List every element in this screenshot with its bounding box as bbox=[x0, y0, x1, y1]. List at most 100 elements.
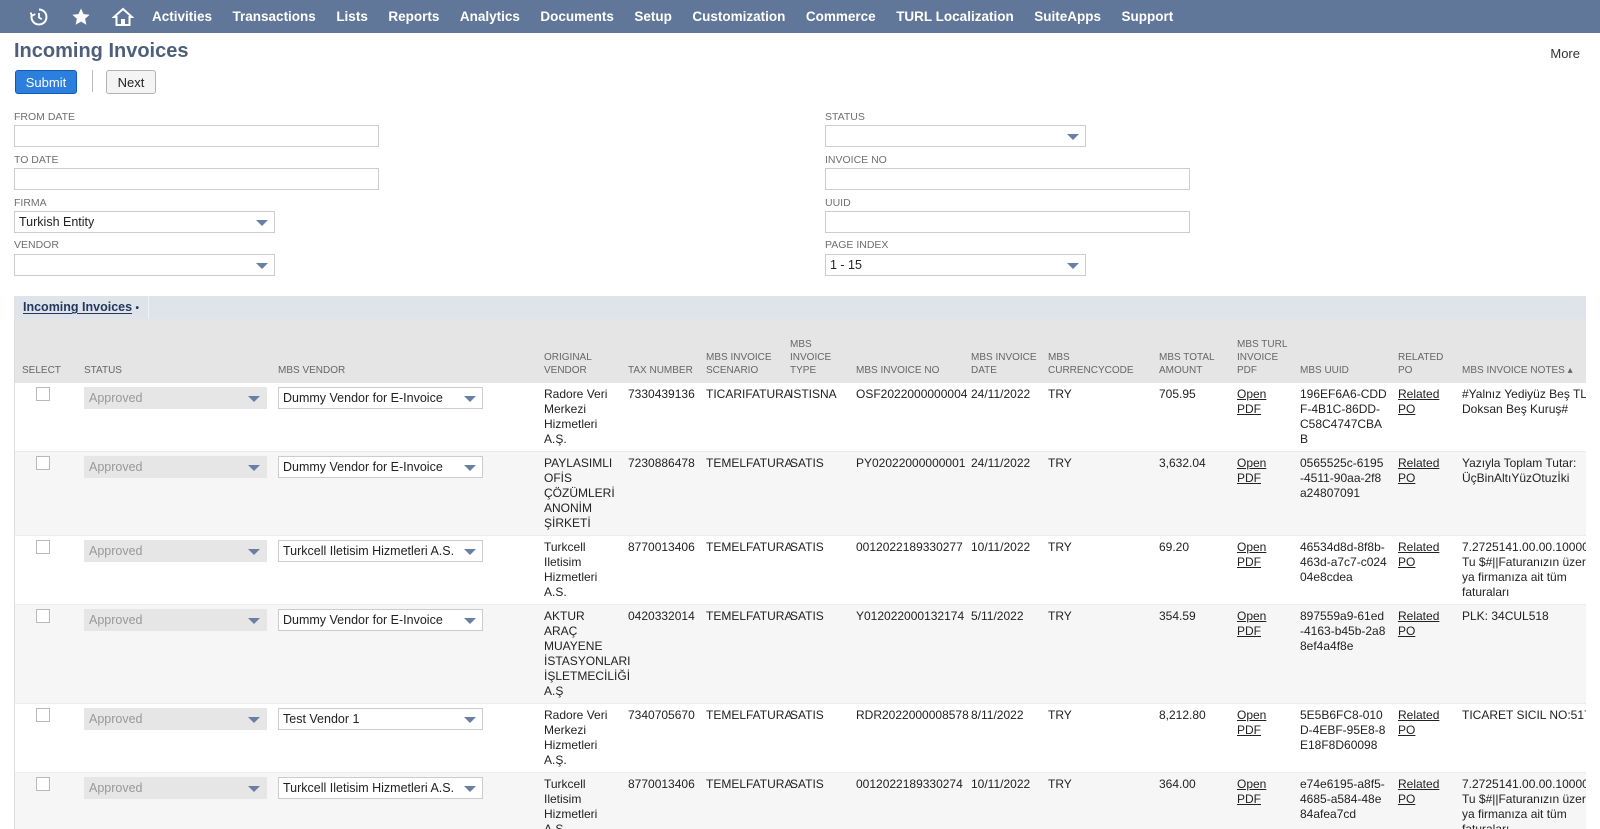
chevron-down-icon bbox=[464, 549, 476, 555]
chevron-down-icon bbox=[464, 396, 476, 402]
cell-type: SATIS bbox=[783, 451, 849, 536]
to-date-input[interactable] bbox=[14, 168, 379, 190]
notes-text: #Yalnız Yediyüz Beş TL Doksan Beş Kuruş# bbox=[1462, 387, 1586, 416]
row-vendor-value: Dummy Vendor for E-Invoice bbox=[283, 613, 443, 627]
cell-invoice-no: Y012022000132174 bbox=[849, 604, 964, 704]
select-cell bbox=[15, 772, 77, 829]
nav-item-customization[interactable]: Customization bbox=[692, 9, 785, 24]
favorites-star-icon[interactable] bbox=[60, 0, 102, 33]
row-status-select[interactable]: Approved bbox=[84, 540, 267, 562]
column-header-status[interactable]: STATUS bbox=[77, 319, 271, 383]
column-header-mbs-invoice-notes[interactable]: MBS INVOICE NOTES ▴ bbox=[1455, 319, 1586, 383]
column-header-mbs-vendor[interactable]: MBS VENDOR bbox=[271, 319, 537, 383]
row-status-select[interactable]: Approved bbox=[84, 609, 267, 631]
nav-item-support[interactable]: Support bbox=[1121, 9, 1173, 24]
nav-item-reports[interactable]: Reports bbox=[388, 9, 439, 24]
cell-related-po: Related PO bbox=[1391, 703, 1455, 773]
row-vendor-select[interactable]: Turkcell Iletisim Hizmetleri A.S. bbox=[278, 540, 483, 562]
related-po-link[interactable]: Related PO bbox=[1398, 456, 1439, 485]
related-po-link[interactable]: Related PO bbox=[1398, 708, 1439, 737]
nav-item-suiteapps[interactable]: SuiteApps bbox=[1034, 9, 1101, 24]
row-vendor-select[interactable]: Dummy Vendor for E-Invoice bbox=[278, 609, 483, 631]
status-select[interactable] bbox=[825, 125, 1086, 147]
chevron-down-icon bbox=[248, 786, 260, 792]
select-checkbox[interactable] bbox=[36, 540, 50, 554]
cell-notes: PLK: 34CUL518 bbox=[1455, 604, 1586, 704]
more-link[interactable]: More bbox=[1550, 46, 1580, 61]
related-po-link[interactable]: Related PO bbox=[1398, 777, 1439, 806]
nav-item-transactions[interactable]: Transactions bbox=[233, 9, 316, 24]
row-vendor-select[interactable]: Turkcell Iletisim Hizmetleri A.S. bbox=[278, 777, 483, 799]
nav-item-commerce[interactable]: Commerce bbox=[806, 9, 876, 24]
row-status-select[interactable]: Approved bbox=[84, 777, 267, 799]
chevron-down-icon bbox=[256, 263, 268, 269]
cell-currency: TRY bbox=[1041, 535, 1152, 605]
row-status-select[interactable]: Approved bbox=[84, 387, 267, 409]
invoice-no-input[interactable] bbox=[825, 168, 1190, 190]
column-header-tax-number[interactable]: TAX NUMBER bbox=[621, 319, 699, 383]
home-icon[interactable] bbox=[102, 0, 144, 33]
from-date-input[interactable] bbox=[14, 125, 379, 147]
row-vendor-select[interactable]: Test Vendor 1 bbox=[278, 708, 483, 730]
vendor-select[interactable] bbox=[14, 254, 275, 276]
open-pdf-link[interactable]: Open PDF bbox=[1237, 456, 1266, 485]
open-pdf-link[interactable]: Open PDF bbox=[1237, 387, 1266, 416]
page-index-select[interactable]: 1 - 15 bbox=[825, 254, 1086, 276]
page-index-label: PAGE INDEX bbox=[825, 239, 889, 251]
open-pdf-link[interactable]: Open PDF bbox=[1237, 609, 1266, 638]
column-header-mbs-turl-invoice-pdf[interactable]: MBS TURL INVOICE PDF bbox=[1230, 319, 1293, 383]
column-header-original-vendor[interactable]: ORIGINAL VENDOR bbox=[537, 319, 621, 383]
firma-select[interactable]: Turkish Entity bbox=[14, 211, 275, 233]
column-header-select[interactable]: SELECT bbox=[15, 319, 77, 383]
column-header-mbs-uuid[interactable]: MBS UUID bbox=[1293, 319, 1391, 383]
cell-scenario: TEMELFATURA bbox=[699, 535, 792, 605]
column-header-mbs-invoice-no[interactable]: MBS INVOICE NO bbox=[849, 319, 964, 383]
cell-currency: TRY bbox=[1041, 383, 1152, 452]
nav-item-setup[interactable]: Setup bbox=[634, 9, 672, 24]
nav-item-activities[interactable]: Activities bbox=[152, 9, 212, 24]
column-header-mbs-invoice-date[interactable]: MBS INVOICE DATE bbox=[964, 319, 1041, 383]
grid-header-row: SELECT STATUS MBS VENDOR ORIGINAL VENDOR TAX… bbox=[15, 319, 1586, 383]
main-menu: Activities Transactions Lists Reports Analyt… bbox=[152, 9, 1194, 24]
cell-scenario: TEMELFATURA bbox=[699, 772, 792, 829]
status-cell: Approved bbox=[77, 383, 271, 452]
nav-item-analytics[interactable]: Analytics bbox=[460, 9, 520, 24]
select-checkbox[interactable] bbox=[36, 777, 50, 791]
row-status-select[interactable]: Approved bbox=[84, 708, 267, 730]
column-header-related-po[interactable]: RELATED PO bbox=[1391, 319, 1455, 383]
select-checkbox[interactable] bbox=[36, 708, 50, 722]
column-header-mbs-invoice-scenario[interactable]: MBS INVOICE SCENARIO bbox=[699, 319, 783, 383]
page-title: Incoming Invoices bbox=[14, 40, 189, 62]
nav-item-lists[interactable]: Lists bbox=[336, 9, 368, 24]
open-pdf-link[interactable]: Open PDF bbox=[1237, 708, 1266, 737]
select-checkbox[interactable] bbox=[36, 456, 50, 470]
row-status-select[interactable]: Approved bbox=[84, 456, 267, 478]
recent-history-icon[interactable] bbox=[18, 0, 60, 33]
vendor-cell: Turkcell Iletisim Hizmetleri A.S. bbox=[271, 535, 537, 605]
related-po-link[interactable]: Related PO bbox=[1398, 387, 1439, 416]
cell-uuid: 46534d8d-8f8b-463d-a7c7-c02404e8cdea bbox=[1293, 535, 1391, 605]
notes-text: PLK: 34CUL518 bbox=[1462, 609, 1549, 623]
cell-currency: TRY bbox=[1041, 604, 1152, 704]
uuid-input[interactable] bbox=[825, 211, 1190, 233]
related-po-link[interactable]: Related PO bbox=[1398, 609, 1439, 638]
open-pdf-link[interactable]: Open PDF bbox=[1237, 777, 1266, 806]
column-header-mbs-currencycode[interactable]: MBS CURRENCYCODE bbox=[1041, 319, 1152, 383]
related-po-link[interactable]: Related PO bbox=[1398, 540, 1439, 569]
nav-item-documents[interactable]: Documents bbox=[540, 9, 614, 24]
status-cell: Approved bbox=[77, 604, 271, 704]
tab-incoming-invoices[interactable]: Incoming Invoices • bbox=[14, 296, 150, 319]
open-pdf-link[interactable]: Open PDF bbox=[1237, 540, 1266, 569]
column-header-mbs-invoice-type[interactable]: MBS INVOICE TYPE bbox=[783, 319, 849, 383]
submit-button[interactable]: Submit bbox=[15, 70, 77, 94]
column-header-mbs-total-amount[interactable]: MBS TOTAL AMOUNT bbox=[1152, 319, 1230, 383]
nav-item-turl-localization[interactable]: TURL Localization bbox=[896, 9, 1014, 24]
row-status-value: Approved bbox=[89, 391, 143, 405]
cell-related-po: Related PO bbox=[1391, 772, 1455, 829]
row-vendor-select[interactable]: Dummy Vendor for E-Invoice bbox=[278, 456, 483, 478]
cell-original-vendor: PAYLASIMLI OFİS ÇÖZÜMLERİ ANONİM ŞİRKETİ bbox=[537, 451, 621, 536]
row-vendor-select[interactable]: Dummy Vendor for E-Invoice bbox=[278, 387, 483, 409]
select-checkbox[interactable] bbox=[36, 609, 50, 623]
select-checkbox[interactable] bbox=[36, 387, 50, 401]
next-button[interactable]: Next bbox=[106, 70, 156, 94]
